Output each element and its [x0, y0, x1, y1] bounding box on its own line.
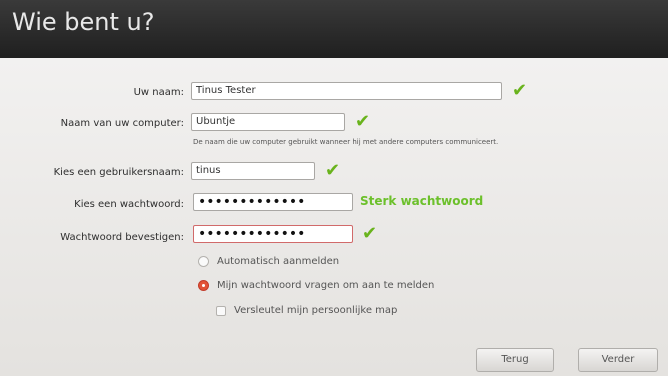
username-label: Kies een gebruikersnaam:: [53, 167, 184, 178]
radio-selected-icon[interactable]: [198, 280, 209, 291]
name-input[interactable]: Tinus Tester: [191, 82, 502, 100]
forward-button[interactable]: Verder: [578, 348, 658, 372]
auto-login-option[interactable]: Automatisch aanmelden: [198, 256, 339, 267]
check-icon: ✔: [512, 80, 528, 101]
checkbox-icon[interactable]: [216, 305, 226, 316]
computer-name-input[interactable]: Ubuntje: [191, 113, 345, 131]
radio-icon[interactable]: [198, 256, 209, 267]
require-password-label: Mijn wachtwoord vragen om aan te melden: [217, 280, 435, 291]
encrypt-home-option[interactable]: Versleutel mijn persoonlijke map: [216, 305, 397, 316]
back-button[interactable]: Terug: [476, 348, 554, 372]
computer-name-hint: De naam die uw computer gebruikt wanneer…: [193, 138, 499, 146]
title-bar: Wie bent u?: [0, 0, 668, 58]
confirm-password-label: Wachtwoord bevestigen:: [60, 232, 184, 243]
password-input[interactable]: •••••••••••••: [193, 193, 353, 211]
check-icon: ✔: [355, 111, 371, 132]
require-password-option[interactable]: Mijn wachtwoord vragen om aan te melden: [198, 280, 434, 291]
password-label: Kies een wachtwoord:: [74, 199, 184, 210]
check-icon: ✔: [362, 223, 378, 244]
check-icon: ✔: [325, 160, 341, 181]
encrypt-home-label: Versleutel mijn persoonlijke map: [234, 305, 398, 316]
name-label: Uw naam:: [133, 87, 184, 98]
form-panel: Uw naam: Tinus Tester ✔ Naam van uw comp…: [0, 58, 668, 376]
confirm-password-input[interactable]: •••••••••••••: [193, 225, 353, 243]
auto-login-label: Automatisch aanmelden: [217, 256, 340, 267]
computer-name-label: Naam van uw computer:: [60, 118, 184, 129]
username-input[interactable]: tinus: [191, 162, 315, 180]
password-strength: Sterk wachtwoord: [360, 194, 484, 208]
window-title: Wie bent u?: [12, 8, 155, 36]
